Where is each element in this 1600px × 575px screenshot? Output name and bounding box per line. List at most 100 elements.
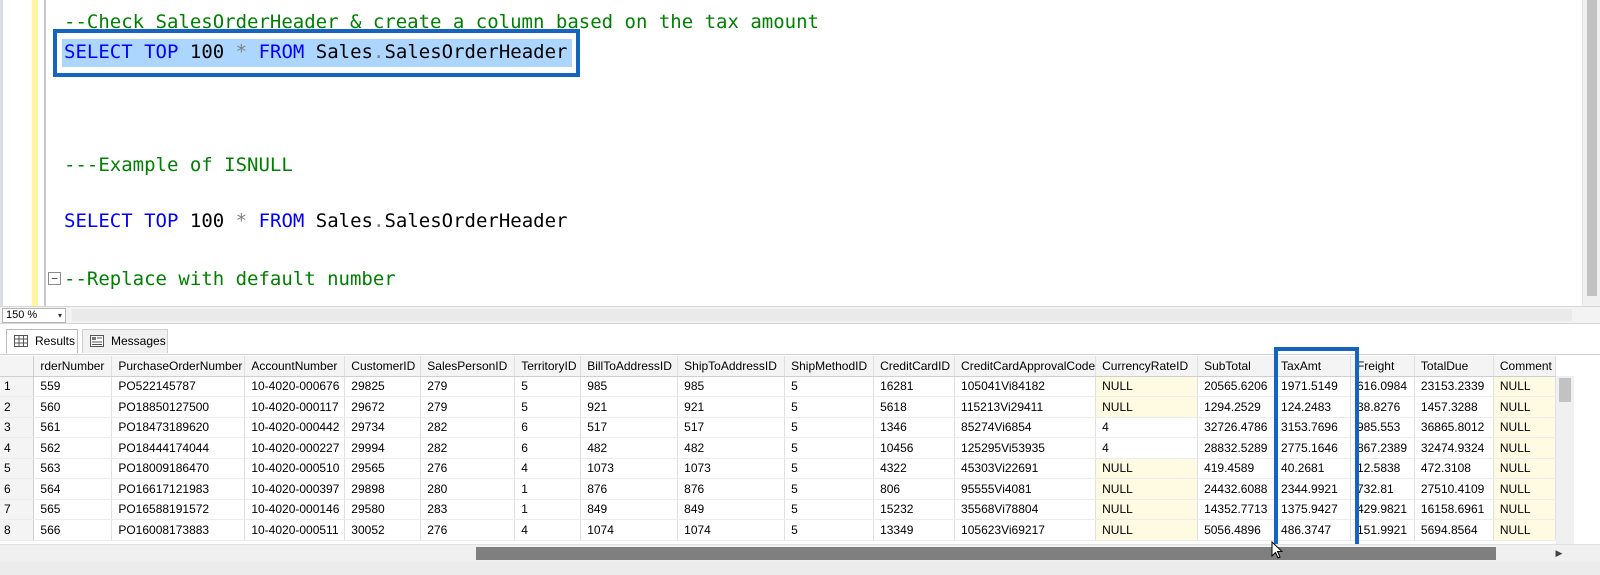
table-cell[interactable]: 23153.2339 (1414, 376, 1494, 397)
table-cell[interactable]: 14352.7713 (1197, 499, 1276, 520)
column-header[interactable]: TotalDue (1414, 356, 1494, 377)
table-cell[interactable]: 279 (420, 396, 516, 418)
table-cell[interactable]: 38.8276 (1350, 396, 1415, 418)
column-header[interactable]: rderNumber (33, 356, 113, 377)
table-cell[interactable]: 616.0984 (1350, 376, 1415, 397)
table-cell[interactable]: 985 (677, 376, 786, 397)
table-cell[interactable]: 30052 (344, 519, 422, 541)
table-cell[interactable]: 5 (784, 458, 875, 479)
table-cell[interactable]: 10-4020-000117 (244, 396, 346, 418)
table-cell[interactable]: 279 (420, 376, 516, 397)
row-number[interactable]: 4 (0, 437, 35, 459)
table-cell[interactable]: 276 (420, 519, 516, 541)
table-cell[interactable]: NULL (1095, 519, 1199, 541)
column-header[interactable]: CustomerID (344, 356, 422, 377)
table-cell[interactable]: 16158.6961 (1414, 499, 1494, 520)
table-cell[interactable]: 5694.8564 (1414, 519, 1494, 541)
table-cell[interactable]: NULL (1493, 499, 1556, 520)
table-cell[interactable]: 95555Vi4081 (954, 478, 1097, 500)
table-cell[interactable]: 28832.5289 (1197, 437, 1276, 459)
table-cell[interactable]: 6 (514, 417, 582, 438)
table-cell[interactable]: 1073 (677, 458, 786, 479)
table-cell[interactable]: 5 (784, 519, 875, 541)
grid-vertical-scroll-thumb[interactable] (1559, 378, 1571, 402)
table-cell[interactable]: 482 (580, 437, 679, 459)
table-cell[interactable]: 32474.9324 (1414, 437, 1494, 459)
table-cell[interactable]: 1294.2529 (1197, 396, 1276, 418)
table-cell[interactable]: NULL (1493, 437, 1556, 459)
column-header[interactable]: ShipToAddressID (677, 356, 786, 377)
table-cell[interactable]: 13349 (873, 519, 956, 541)
table-cell[interactable]: PO522145787 (111, 376, 246, 397)
table-cell[interactable]: 105041Vi84182 (954, 376, 1097, 397)
table-cell[interactable]: 517 (677, 417, 786, 438)
table-cell[interactable]: 429.9821 (1350, 499, 1415, 520)
table-cell[interactable]: 1073 (580, 458, 679, 479)
table-cell[interactable]: 276 (420, 458, 516, 479)
column-header[interactable]: AccountNumber (244, 356, 346, 377)
table-cell[interactable]: 562 (33, 437, 113, 459)
table-cell[interactable]: 921 (677, 396, 786, 418)
table-cell[interactable]: 876 (580, 478, 679, 500)
column-header[interactable]: SalesPersonID (420, 356, 516, 377)
table-cell[interactable]: 10-4020-000146 (244, 499, 346, 520)
table-cell[interactable]: 1 (514, 478, 582, 500)
table-cell[interactable]: 4 (514, 458, 582, 479)
table-cell[interactable]: 29994 (344, 437, 422, 459)
table-cell[interactable]: NULL (1095, 376, 1199, 397)
table-cell[interactable]: 5 (514, 396, 582, 418)
table-cell[interactable]: 1346 (873, 417, 956, 438)
table-cell[interactable]: 482 (677, 437, 786, 459)
table-cell[interactable]: 10456 (873, 437, 956, 459)
table-cell[interactable]: 16281 (873, 376, 956, 397)
tab-results[interactable]: Results (6, 329, 78, 353)
row-number[interactable]: 8 (0, 519, 35, 541)
table-cell[interactable]: 283 (420, 499, 516, 520)
column-header[interactable]: Comment (1493, 356, 1556, 377)
table-cell[interactable]: 29898 (344, 478, 422, 500)
code-line-comment-replace[interactable]: --Replace with default number (64, 265, 396, 293)
table-cell[interactable]: 10-4020-000510 (244, 458, 346, 479)
table-cell[interactable]: 10-4020-000227 (244, 437, 346, 459)
table-cell[interactable]: 24432.6088 (1197, 478, 1276, 500)
table-cell[interactable]: NULL (1493, 417, 1556, 438)
table-cell[interactable]: 876 (677, 478, 786, 500)
table-cell[interactable]: 5 (784, 376, 875, 397)
table-cell[interactable]: NULL (1493, 376, 1556, 397)
table-cell[interactable]: 849 (580, 499, 679, 520)
code-line-comment-isnull[interactable]: ---Example of ISNULL (64, 151, 293, 179)
table-cell[interactable]: 564 (33, 478, 113, 500)
table-cell[interactable]: 4 (514, 519, 582, 541)
zoom-level-select[interactable]: 150 % ▾ (2, 308, 66, 323)
table-cell[interactable]: 27510.4109 (1414, 478, 1494, 500)
column-header[interactable]: ShipMethodID (784, 356, 875, 377)
table-cell[interactable]: PO16588191572 (111, 499, 246, 520)
table-cell[interactable]: 29580 (344, 499, 422, 520)
table-cell[interactable]: 105623Vi69217 (954, 519, 1097, 541)
table-cell[interactable]: NULL (1493, 519, 1556, 541)
table-cell[interactable]: 32726.4786 (1197, 417, 1276, 438)
table-cell[interactable]: 282 (420, 417, 516, 438)
table-cell[interactable]: 85274Vi6854 (954, 417, 1097, 438)
table-cell[interactable]: 559 (33, 376, 113, 397)
table-cell[interactable]: 280 (420, 478, 516, 500)
table-cell[interactable]: 867.2389 (1350, 437, 1415, 459)
table-cell[interactable]: 565 (33, 499, 113, 520)
table-cell[interactable]: 115213Vi29411 (954, 396, 1097, 418)
table-cell[interactable]: 1 (514, 499, 582, 520)
table-cell[interactable]: 5 (784, 478, 875, 500)
table-cell[interactable]: PO18850127500 (111, 396, 246, 418)
table-cell[interactable]: 1074 (677, 519, 786, 541)
table-cell[interactable]: 732.81 (1350, 478, 1415, 500)
row-number[interactable]: 3 (0, 417, 35, 438)
query-editor[interactable]: --Check SalesOrderHeader & create a colu… (0, 0, 1600, 306)
table-cell[interactable]: 5 (784, 417, 875, 438)
table-cell[interactable]: 561 (33, 417, 113, 438)
table-cell[interactable]: 15232 (873, 499, 956, 520)
table-cell[interactable]: 560 (33, 396, 113, 418)
column-header[interactable]: CreditCardApprovalCode (954, 356, 1097, 377)
table-cell[interactable]: 566 (33, 519, 113, 541)
table-cell[interactable]: NULL (1095, 478, 1199, 500)
table-cell[interactable]: 472.3108 (1414, 458, 1494, 479)
table-cell[interactable]: 1457.3288 (1414, 396, 1494, 418)
